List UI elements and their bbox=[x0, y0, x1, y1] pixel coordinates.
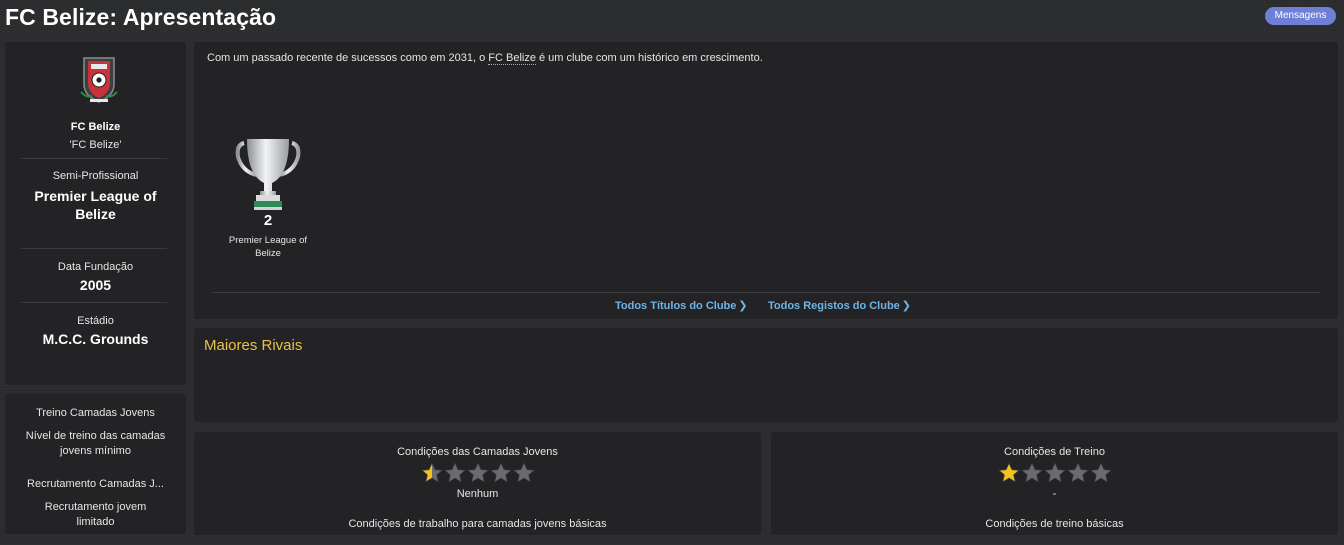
youth-facilities-rating bbox=[421, 462, 535, 484]
all-titles-link[interactable]: Todos Títulos do Clube ❯ bbox=[615, 299, 748, 312]
overview-panel: Com um passado recente de sucessos como … bbox=[194, 42, 1338, 319]
divider bbox=[21, 158, 167, 159]
youth-star-empty-icon bbox=[444, 462, 465, 483]
youth-training-value: Nível de treino das camadas jovens mínim… bbox=[25, 430, 166, 457]
founded-value: 2005 bbox=[79, 277, 112, 293]
club-status: Semi-Profissional bbox=[52, 170, 139, 182]
club-link[interactable]: FC Belize bbox=[488, 52, 536, 65]
training-facilities-value: - bbox=[1052, 488, 1057, 500]
youth-star-empty-icon bbox=[467, 462, 488, 483]
training-star-empty-icon bbox=[1021, 462, 1042, 483]
messages-button[interactable]: Mensagens bbox=[1265, 7, 1336, 25]
divider bbox=[21, 302, 167, 303]
youth-facilities-description: Condições de trabalho para camadas joven… bbox=[348, 518, 607, 530]
intro-text-after: é um clube com um histórico em crescimen… bbox=[535, 52, 763, 64]
club-nickname: 'FC Belize' bbox=[69, 139, 122, 151]
youth-star-half-icon bbox=[421, 462, 442, 483]
youth-facilities-value: Nenhum bbox=[456, 488, 499, 500]
training-facilities-title: Condições de Treino bbox=[1004, 446, 1105, 458]
youth-training-label: Treino Camadas Jovens bbox=[36, 407, 155, 419]
chevron-right-icon: ❯ bbox=[901, 300, 912, 312]
youth-info-panel: Treino Camadas Jovens Nível de treino da… bbox=[5, 394, 186, 534]
all-records-label: Todos Registos do Clube bbox=[768, 300, 900, 312]
youth-recruitment-value: Recrutamento jovem limitado bbox=[44, 501, 147, 528]
stadium-value[interactable]: M.C.C. Grounds bbox=[5, 331, 186, 347]
youth-facilities-panel: Condições das Camadas Jovens Nenhum Cond… bbox=[194, 432, 761, 535]
page-title: FC Belize: Apresentação bbox=[5, 4, 277, 30]
founded-label: Data Fundação bbox=[57, 261, 134, 273]
club-info-panel: FC Belize 'FC Belize' Semi-Profissional … bbox=[5, 42, 186, 385]
training-star-empty-icon bbox=[1044, 462, 1065, 483]
intro-text: Com um passado recente de sucessos como … bbox=[207, 52, 763, 65]
training-facilities-description: Condições de treino básicas bbox=[985, 518, 1124, 530]
intro-text-before: Com um passado recente de sucessos como … bbox=[207, 52, 489, 64]
all-titles-label: Todos Títulos do Clube bbox=[615, 300, 737, 312]
divider bbox=[212, 292, 1320, 293]
chevron-right-icon: ❯ bbox=[738, 300, 748, 312]
rivals-panel: Maiores Rivais bbox=[194, 328, 1338, 422]
youth-star-empty-icon bbox=[513, 462, 534, 483]
club-name: FC Belize bbox=[70, 121, 121, 133]
rivals-title: Maiores Rivais bbox=[204, 337, 303, 354]
youth-star-empty-icon bbox=[490, 462, 511, 483]
trophy-name[interactable]: Premier League of Belize bbox=[218, 234, 318, 260]
trophy-icon[interactable] bbox=[234, 135, 302, 213]
all-records-link[interactable]: Todos Registos do Clube ❯ bbox=[768, 299, 911, 312]
club-crest-icon bbox=[80, 57, 118, 103]
youth-facilities-title: Condições das Camadas Jovens bbox=[397, 446, 558, 458]
trophy-count: 2 bbox=[263, 212, 273, 229]
training-star-empty-icon bbox=[1090, 462, 1111, 483]
youth-recruitment-label: Recrutamento Camadas J... bbox=[27, 478, 164, 490]
divider bbox=[21, 248, 167, 249]
stadium-label: Estádio bbox=[77, 315, 114, 327]
training-star-empty-icon bbox=[1067, 462, 1088, 483]
club-league[interactable]: Premier League of Belize bbox=[25, 187, 166, 223]
training-facilities-rating bbox=[998, 462, 1112, 484]
training-facilities-panel: Condições de Treino - Condições de trein… bbox=[771, 432, 1338, 535]
training-star-full-icon bbox=[998, 462, 1019, 483]
